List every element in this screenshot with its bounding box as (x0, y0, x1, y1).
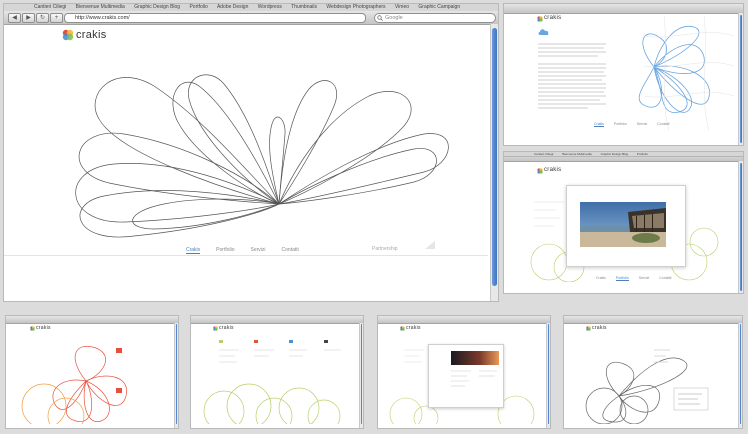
scrollbar-thumb[interactable] (740, 324, 741, 424)
site-logo: crakis (592, 325, 607, 331)
browser-toolbar: ◀ ▶ ↻ + http://www.crakis.com/ Google (4, 11, 498, 25)
dark-petal-artwork (585, 349, 709, 424)
footer-note[interactable]: Partnership (372, 246, 398, 252)
footer-divider (4, 255, 488, 256)
bookmark-link[interactable]: Vimeo (395, 4, 409, 10)
red-petal-artwork (21, 346, 127, 424)
preview-toolbar (191, 316, 363, 324)
preview-window-dialog: crakis (378, 316, 550, 428)
back-button[interactable]: ◀ (8, 13, 21, 23)
scrollbar-thumb[interactable] (361, 324, 362, 424)
preview-window-portfolio: Cantieri Ciliegi Bienvenue Multimedia Gr… (504, 152, 743, 293)
nav-item-servizi[interactable]: Servizi (637, 122, 648, 127)
bookmark-link[interactable]: Cantieri Ciliegi (534, 152, 553, 156)
cloud-icon (538, 29, 549, 35)
search-placeholder: Google (385, 15, 403, 21)
crakis-logo-icon (30, 326, 35, 331)
dialog-box[interactable] (428, 344, 504, 408)
preview-toolbar (564, 316, 742, 324)
site-nav: Crakis Portfolio Servizi Contatti (186, 247, 299, 254)
vertical-scrollbar[interactable] (546, 323, 550, 428)
vertical-scrollbar[interactable] (738, 161, 743, 293)
site-logo: crakis (36, 325, 51, 331)
nav-item-contatti[interactable]: Contatti (282, 247, 299, 254)
crakis-logo-icon (537, 16, 543, 22)
bookmark-link[interactable]: Bienvenue Multimedia (76, 4, 125, 10)
vertical-scrollbar[interactable] (738, 13, 743, 145)
text-column-placeholder (538, 43, 606, 109)
vertical-scrollbar[interactable] (490, 24, 498, 301)
vertical-scrollbar[interactable] (359, 323, 363, 428)
search-icon (377, 15, 383, 21)
nav-item-crakis[interactable]: Crakis (594, 122, 604, 127)
crakis-logo-icon (213, 326, 218, 331)
bookmark-link[interactable]: Bienvenue Multimedia (562, 152, 592, 156)
footer-shape-icon (425, 241, 435, 249)
dialog-image (451, 351, 499, 365)
add-bookmark-button[interactable]: + (50, 13, 63, 23)
address-bar[interactable]: http://www.crakis.com/ (64, 13, 366, 23)
green-petal-artwork (203, 340, 341, 424)
nav-item-portfolio[interactable]: Portfolio (216, 247, 234, 254)
bookmark-link[interactable]: Graphic Design Blog (601, 152, 629, 156)
bookmark-link[interactable]: Graphic Campaign (418, 4, 460, 10)
scrollbar-thumb[interactable] (740, 163, 742, 291)
nav-item-portfolio[interactable]: Portfolio (614, 122, 627, 127)
site-logo: crakis (406, 325, 421, 331)
forward-button[interactable]: ▶ (22, 13, 35, 23)
photo-lightbox[interactable] (566, 185, 686, 267)
map-lines-bg (644, 16, 734, 131)
nav-item-contatti[interactable]: Contatti (657, 122, 669, 127)
preview-window-red: crakis (6, 316, 178, 428)
preview-window-about: crakis Crakis Portfolio Servizi Contatti (504, 4, 743, 145)
search-input[interactable]: Google (374, 13, 496, 23)
preview-toolbar (504, 4, 743, 14)
nav-item-contatti[interactable]: Contatti (659, 276, 671, 281)
site-logo: crakis (219, 325, 234, 331)
scrollbar-thumb[interactable] (740, 15, 742, 143)
vertical-scrollbar[interactable] (174, 323, 178, 428)
preview-toolbar (6, 316, 178, 324)
nav-item-servizi[interactable]: Servizi (639, 276, 650, 281)
nav-item-crakis[interactable]: Crakis (596, 276, 606, 281)
scrollbar-thumb[interactable] (176, 324, 177, 424)
bookmark-link[interactable]: Thumbnails (291, 4, 317, 10)
vertical-scrollbar[interactable] (738, 323, 742, 428)
reload-button[interactable]: ↻ (36, 13, 49, 23)
nav-item-portfolio[interactable]: Portfolio (615, 276, 629, 281)
beach-photo (580, 202, 666, 247)
bookmark-link[interactable]: Graphic Design Blog (134, 4, 180, 10)
site-logo: crakis (544, 167, 562, 173)
scrollbar-thumb[interactable] (492, 28, 497, 286)
crakis-logo-icon (537, 168, 543, 174)
site-nav: Crakis Portfolio Servizi Contatti (596, 276, 671, 281)
bookmark-link[interactable]: Wordpress (258, 4, 282, 10)
site-nav: Crakis Portfolio Servizi Contatti (594, 122, 669, 127)
preview-window-dark: crakis (564, 316, 742, 428)
crakis-logo-icon (586, 326, 591, 331)
nav-item-servizi[interactable]: Servizi (251, 247, 266, 254)
bookmark-link[interactable]: Webdesign Photographers (326, 4, 385, 10)
site-logo: crakis (544, 15, 562, 21)
scrollbar-thumb[interactable] (548, 324, 549, 424)
bookmark-link[interactable]: Adobe Design (217, 4, 248, 10)
crakis-logo-icon (400, 326, 405, 331)
bookmark-link[interactable]: Portfolio (189, 4, 207, 10)
preview-window-green: crakis (191, 316, 363, 428)
dialog-text-lines (451, 370, 497, 387)
bookmark-link[interactable]: Cantieri Ciliegi (34, 4, 66, 10)
nav-item-crakis[interactable]: Crakis (186, 247, 201, 254)
preview-toolbar (378, 316, 550, 324)
bookmark-link[interactable]: Portfolio (637, 152, 648, 156)
bookmarks-bar: Cantieri Ciliegi Bienvenue Multimedia Gr… (504, 152, 743, 157)
main-browser-window: Cantieri Ciliegi Bienvenue Multimedia Gr… (4, 4, 498, 301)
